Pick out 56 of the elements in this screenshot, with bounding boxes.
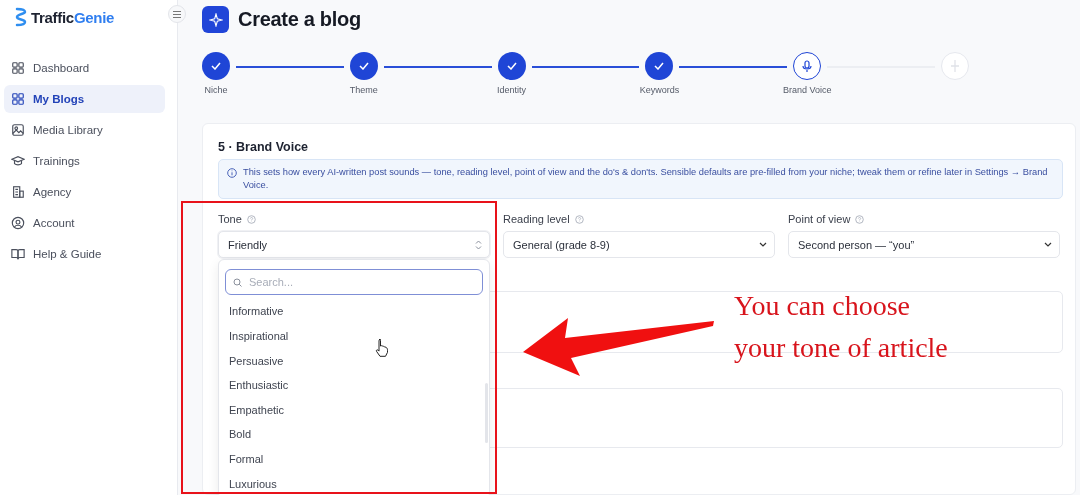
building-icon bbox=[11, 185, 25, 199]
chevron-up-down-icon bbox=[475, 239, 482, 250]
dropdown-option[interactable]: Luxurious bbox=[219, 471, 283, 495]
check-icon bbox=[654, 62, 665, 70]
field-label: Tone bbox=[218, 213, 242, 226]
dropdown-option[interactable]: Enthusiastic bbox=[219, 373, 295, 398]
image-icon bbox=[11, 123, 25, 137]
dropdown-option[interactable]: Empathetic bbox=[219, 397, 291, 423]
step-label: Theme bbox=[349, 85, 378, 95]
sidebar-item[interactable]: Help & Guide bbox=[4, 240, 165, 268]
step-label: Identity bbox=[497, 85, 527, 95]
book-icon bbox=[11, 247, 25, 261]
step-label: Keywords bbox=[639, 85, 680, 95]
info-text: This sets how every AI-written post sounds — tone, reading level, point of view and the do's & don'ts. Sensible defaults are pre-filled from your niche; tweak them or refine later in Settings → Brand Voice. bbox=[243, 166, 1049, 193]
chevron-down-icon bbox=[759, 242, 767, 248]
help-icon bbox=[246, 214, 256, 224]
search-field[interactable]: Search... bbox=[225, 269, 483, 296]
sidebar-item[interactable]: Agency bbox=[4, 178, 165, 206]
sidebar-item[interactable]: My Blogs bbox=[4, 85, 165, 113]
menu-icon bbox=[173, 10, 181, 18]
check-icon bbox=[358, 62, 369, 70]
search-icon bbox=[233, 278, 242, 288]
section-heading: 5 · Brand Voice bbox=[218, 140, 310, 155]
check-icon bbox=[211, 62, 221, 70]
dropdown-option[interactable]: Formal bbox=[219, 447, 270, 472]
dropdown-option[interactable]: Bold bbox=[219, 422, 258, 447]
help-icon bbox=[574, 214, 584, 224]
info-icon bbox=[227, 168, 237, 179]
sidebar-item[interactable]: Dashboard bbox=[4, 54, 165, 82]
dropdown-option[interactable]: Persuasive bbox=[219, 348, 290, 374]
combobox[interactable]: Friendly bbox=[218, 231, 490, 259]
select-dropdown[interactable]: General (grade 8-9) bbox=[503, 231, 775, 259]
sidebar-item[interactable]: Trainings bbox=[4, 147, 165, 175]
select-dropdown[interactable]: Second person — “you” bbox=[788, 231, 1060, 259]
grid-icon bbox=[11, 92, 25, 106]
chevron-down-icon bbox=[1044, 242, 1052, 248]
dropdown-option[interactable]: Informative bbox=[219, 299, 290, 324]
field-label: Reading level bbox=[503, 213, 570, 226]
sidebar-item[interactable]: Account bbox=[4, 209, 165, 237]
pointer-cursor-icon bbox=[374, 338, 389, 358]
annotation-text: You can choose your tone of article bbox=[734, 289, 948, 365]
logo-text: TrafficGenie bbox=[31, 8, 115, 26]
page-title: Create a blog bbox=[238, 8, 361, 31]
check-icon bbox=[506, 62, 517, 70]
dropdown-option[interactable]: Inspirational bbox=[219, 324, 295, 349]
collapse-button[interactable] bbox=[168, 5, 186, 23]
user-icon bbox=[11, 216, 25, 230]
graduation-cap-icon bbox=[11, 154, 25, 168]
logo-icon bbox=[14, 7, 28, 27]
grid-icon bbox=[11, 61, 25, 75]
step-label: Niche bbox=[204, 85, 228, 95]
sidebar-item[interactable]: Media Library bbox=[4, 116, 165, 144]
field-label: Point of view bbox=[788, 213, 851, 226]
help-icon bbox=[855, 214, 865, 224]
step-label: Brand Voice bbox=[782, 85, 832, 95]
microphone-icon bbox=[802, 60, 813, 72]
